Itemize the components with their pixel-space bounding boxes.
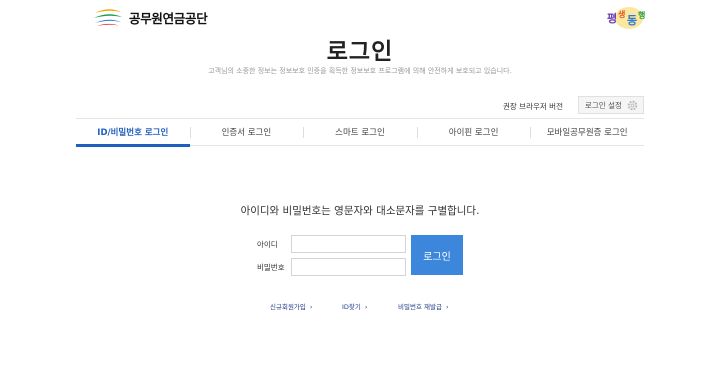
chevron-right-icon: › bbox=[364, 303, 368, 311]
tab-smart[interactable]: 스마트 로그인 bbox=[303, 119, 417, 145]
page-title: 로그인 bbox=[326, 39, 394, 65]
recommended-browser-link[interactable]: 권장 브라우저 버전 bbox=[503, 101, 563, 112]
svg-text:생: 생 bbox=[618, 9, 625, 19]
chevron-right-icon: › bbox=[445, 303, 449, 311]
tab-mobile-id[interactable]: 모바일공무원증 로그인 bbox=[530, 119, 644, 145]
login-button[interactable]: 로그인 bbox=[411, 235, 463, 275]
slogan-badge-icon: 평 생 동 행 bbox=[607, 7, 645, 29]
id-label: 아이디 bbox=[257, 240, 278, 249]
tab-ipin[interactable]: 아이핀 로그인 bbox=[416, 119, 531, 145]
slogan-badge: 평 생 동 행 bbox=[603, 2, 649, 32]
reset-password-link-label: 비밀번호 재발급 bbox=[398, 303, 442, 311]
tab-id-password[interactable]: ID/비밀번호 로그인 bbox=[76, 119, 190, 147]
agency-logo[interactable]: 공무원연금공단 bbox=[92, 6, 222, 28]
svg-text:행: 행 bbox=[638, 10, 645, 20]
reset-password-link[interactable]: 비밀번호 재발급 › bbox=[398, 301, 449, 311]
password-input[interactable] bbox=[291, 258, 406, 276]
svg-text:동: 동 bbox=[627, 14, 637, 27]
agency-name: 공무원연금공단 bbox=[129, 10, 208, 26]
signup-link[interactable]: 신규회원가입 › bbox=[270, 301, 313, 311]
id-input[interactable] bbox=[291, 235, 406, 253]
find-id-link-label: ID찾기 bbox=[342, 303, 361, 311]
login-method-tabs: ID/비밀번호 로그인 인증서 로그인 스마트 로그인 아이핀 로그인 모바일공… bbox=[76, 118, 644, 147]
login-settings-label: 로그인 설정 bbox=[585, 100, 622, 110]
signup-link-label: 신규회원가입 bbox=[270, 303, 306, 311]
find-id-link[interactable]: ID찾기 › bbox=[342, 301, 368, 311]
chevron-right-icon: › bbox=[309, 303, 313, 311]
password-label: 비밀번호 bbox=[257, 263, 285, 272]
case-sensitivity-notice: 아이디와 비밀번호는 영문자와 대소문자를 구별합니다. bbox=[240, 205, 480, 217]
security-notice: 고객님의 소중한 정보는 정보보호 인증을 획득한 정보보호 프로그램에 의해 … bbox=[208, 67, 512, 75]
agency-emblem-icon bbox=[94, 9, 122, 26]
login-settings-button[interactable]: 로그인 설정 bbox=[578, 96, 644, 114]
tab-certificate[interactable]: 인증서 로그인 bbox=[189, 119, 304, 145]
gear-icon bbox=[627, 100, 638, 111]
svg-text:평: 평 bbox=[607, 11, 617, 25]
